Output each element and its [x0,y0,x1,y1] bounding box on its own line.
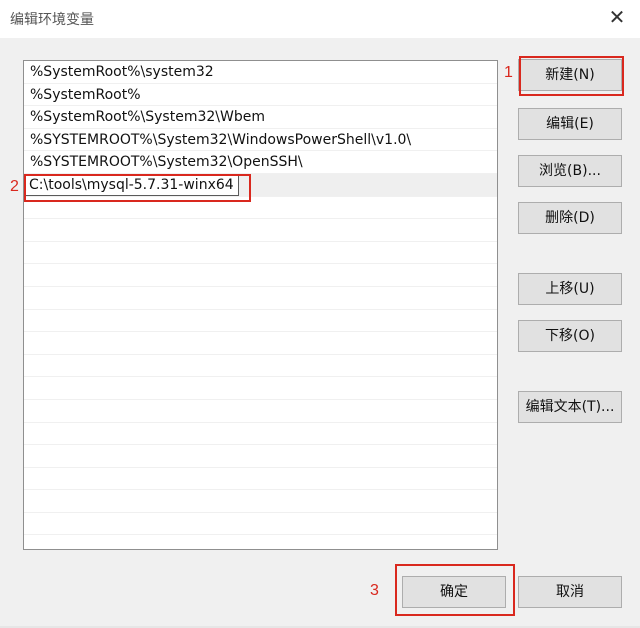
list-item-empty[interactable] [24,513,497,536]
list-item-empty[interactable] [24,310,497,333]
move-down-button[interactable]: 下移(O) [518,320,622,352]
list-item[interactable]: %SYSTEMROOT%\System32\OpenSSH\ [24,151,497,174]
list-item-empty[interactable] [24,197,497,220]
marker-2: 2 [10,178,19,195]
cancel-button[interactable]: 取消 [518,576,622,608]
edit-text-button[interactable]: 编辑文本(T)... [518,391,622,423]
list-item-empty[interactable] [24,264,497,287]
edit-field[interactable]: C:\tools\mysql-5.7.31-winx64 [24,173,239,196]
list-item[interactable]: %SystemRoot%\system32 [24,61,497,84]
list-item-empty[interactable] [24,400,497,423]
new-button[interactable]: 新建(N) [518,59,622,91]
list-item-empty[interactable] [24,423,497,446]
list-item-editing[interactable]: C:\tools\mysql-5.7.31-winx64 [24,173,497,197]
list-item-empty[interactable] [24,355,497,378]
window-title: 编辑环境变量 [10,12,94,28]
close-icon[interactable]: ✕ [606,6,628,28]
delete-button[interactable]: 删除(D) [518,202,622,234]
list-item-empty[interactable] [24,287,497,310]
path-list[interactable]: %SystemRoot%\system32 %SystemRoot% %Syst… [23,60,498,550]
list-item[interactable]: %SYSTEMROOT%\System32\WindowsPowerShell\… [24,129,497,152]
list-item[interactable]: %SystemRoot%\System32\Wbem [24,106,497,129]
marker-3: 3 [370,582,379,599]
move-up-button[interactable]: 上移(U) [518,273,622,305]
marker-1: 1 [504,64,513,81]
edit-button[interactable]: 编辑(E) [518,108,622,140]
list-item-empty[interactable] [24,377,497,400]
ok-button[interactable]: 确定 [402,576,506,608]
title-bar: 编辑环境变量 ✕ [0,0,640,38]
list-item-empty[interactable] [24,242,497,265]
list-item-empty[interactable] [24,332,497,355]
list-item-empty[interactable] [24,219,497,242]
browse-button[interactable]: 浏览(B)... [518,155,622,187]
list-item[interactable]: %SystemRoot% [24,84,497,107]
list-item-empty[interactable] [24,445,497,468]
list-item-empty[interactable] [24,490,497,513]
list-item-empty[interactable] [24,468,497,491]
